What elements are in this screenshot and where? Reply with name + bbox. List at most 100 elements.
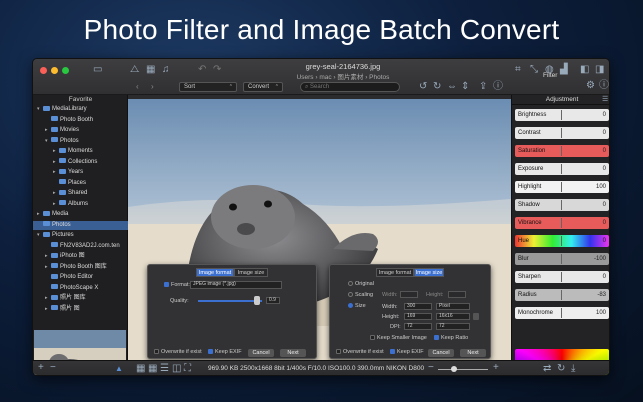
adjustment-slider[interactable]: Vibrance 0 <box>515 217 609 229</box>
sidebar-item[interactable]: ▸ Moments <box>33 147 128 156</box>
adjustment-slider[interactable]: Radius -83 <box>515 289 609 301</box>
keep-ratio-checkbox[interactable]: Keep Ratio <box>434 335 468 341</box>
slider-knob[interactable] <box>561 254 562 264</box>
slider-knob[interactable] <box>561 236 562 246</box>
overwrite-checkbox[interactable]: Overwrite if exist <box>336 349 384 355</box>
info-icon[interactable]: ⓘ <box>599 81 609 91</box>
sidebar-right-icon[interactable]: ◨ <box>595 65 604 75</box>
slider-knob[interactable] <box>561 218 562 228</box>
unit-select[interactable]: Pixel <box>436 303 470 310</box>
link-icon[interactable] <box>473 313 479 320</box>
sidebar-left-icon[interactable]: ◧ <box>580 65 589 75</box>
adjustment-slider[interactable]: Highlight 100 <box>515 181 609 193</box>
preset-select[interactable]: 16x16 <box>436 313 470 320</box>
music-icon[interactable]: ♫ <box>162 65 170 75</box>
sidebar-item[interactable]: ▾ Photos <box>33 137 128 146</box>
compare-icon[interactable]: ⇄ <box>543 364 551 374</box>
dpi-select[interactable]: 72 <box>436 323 470 330</box>
sidebar-item[interactable]: Photos <box>33 220 128 230</box>
info-icon[interactable]: ⓘ <box>493 82 503 92</box>
sidebar-item[interactable]: ▸ Albums <box>33 200 128 209</box>
radio[interactable] <box>348 303 353 309</box>
search-input[interactable]: ⌕ Search <box>300 82 400 92</box>
sidebar-item[interactable]: ▸ Collections <box>33 158 128 167</box>
flip-vertical-icon[interactable]: ⇕ <box>461 82 469 92</box>
remove-icon[interactable]: − <box>50 363 56 373</box>
adjustment-slider[interactable]: Saturation 0 <box>515 145 609 157</box>
rotate-left-icon[interactable]: ↺ <box>419 82 427 92</box>
sort-dropdown[interactable]: Sort ⌃ <box>179 82 237 92</box>
tab-image-size[interactable]: Image size <box>414 268 444 277</box>
scaling-radio[interactable]: Scaling <box>348 292 373 298</box>
overwrite-checkbox[interactable]: Overwrite if exist <box>154 349 202 355</box>
sidebar-item[interactable]: ▸ Photo Booth 图库 <box>33 263 128 272</box>
adjustment-slider[interactable]: Monochrome 100 <box>515 307 609 319</box>
column-icon[interactable]: ◫ <box>172 364 181 374</box>
quality-input[interactable]: 0.9 <box>266 297 280 304</box>
share-icon[interactable]: ⇪ <box>479 82 487 92</box>
sidebar-item[interactable]: ▸ 照片 图库 <box>33 294 128 303</box>
forward-icon[interactable]: › <box>151 82 154 92</box>
sidebar-item[interactable]: ▸ iPhoto 图 <box>33 252 128 261</box>
cancel-button[interactable]: Cancel <box>428 349 454 357</box>
cancel-button[interactable]: Cancel <box>248 349 274 357</box>
zoom-window-button[interactable] <box>62 67 69 74</box>
zoom-slider[interactable] <box>438 369 488 370</box>
convert-dropdown[interactable]: Convert ⌃ <box>243 82 283 92</box>
adjustment-slider[interactable]: Shadow 0 <box>515 199 609 211</box>
size-radio[interactable]: Size <box>348 303 366 309</box>
zoom-in-icon[interactable]: + <box>493 363 499 373</box>
sidebar-item[interactable]: ▾ MediaLibrary <box>33 105 128 114</box>
folder-icon[interactable]: ▭ <box>93 65 102 75</box>
grid-icon[interactable]: ▦ <box>148 364 157 374</box>
width-input[interactable]: 300 <box>404 303 432 310</box>
crop-icon[interactable]: ⌗ <box>515 65 521 75</box>
slider-knob[interactable] <box>561 128 562 138</box>
next-button[interactable]: Next <box>460 349 486 357</box>
slider-knob[interactable] <box>561 164 562 174</box>
sidebar-item[interactable]: PhotoScape X <box>33 284 128 293</box>
adjustment-slider[interactable]: Hue 0 <box>515 235 609 247</box>
sidebar-item[interactable]: ▸ Media <box>33 210 128 219</box>
checkbox[interactable] <box>390 349 395 355</box>
slider-knob[interactable] <box>561 200 562 210</box>
close-window-button[interactable] <box>40 67 47 74</box>
checkbox[interactable] <box>154 349 159 355</box>
keep-smaller-checkbox[interactable]: Keep Smaller Image <box>370 335 427 341</box>
checkbox[interactable] <box>434 335 439 341</box>
dpi-input[interactable]: 72 <box>404 323 432 330</box>
resize-icon[interactable]: ⤡ <box>530 65 538 75</box>
list-icon[interactable]: ☰ <box>160 364 169 374</box>
image-icon[interactable]: ⧍ <box>130 65 139 75</box>
sidebar-item[interactable]: Places <box>33 179 128 188</box>
keep-exif-checkbox[interactable]: Keep EXIF <box>208 349 242 355</box>
sidebar-item[interactable]: ▸ Years <box>33 168 128 177</box>
add-icon[interactable]: + <box>38 363 44 373</box>
quality-slider-handle[interactable] <box>254 296 260 305</box>
minimize-window-button[interactable] <box>51 67 58 74</box>
sidebar-item[interactable]: ▾ Pictures <box>33 231 128 240</box>
fullscreen-icon[interactable]: ⛶ <box>184 364 191 374</box>
sidebar-item[interactable]: ▸ Movies <box>33 126 128 135</box>
original-radio[interactable]: Original <box>348 281 374 287</box>
sidebar-item[interactable]: ▸ Shared <box>33 189 128 198</box>
zoom-slider-handle[interactable] <box>451 366 457 372</box>
sidebar-item[interactable]: Photo Editor <box>33 273 128 282</box>
height-input[interactable]: 169 <box>404 313 432 320</box>
checkbox[interactable] <box>370 335 375 341</box>
triangle-icon[interactable]: ▲ <box>115 364 123 374</box>
next-button[interactable]: Next <box>280 349 306 357</box>
sidebar-item[interactable]: Photo Booth <box>33 116 128 125</box>
slider-knob[interactable] <box>561 182 562 192</box>
download-icon[interactable]: ⤓ <box>571 364 575 374</box>
tab-image-format[interactable]: Image format <box>196 268 234 277</box>
slider-knob[interactable] <box>561 290 562 300</box>
checkbox[interactable] <box>164 282 169 288</box>
gear-icon[interactable]: ⚙ <box>586 81 595 91</box>
tab-image-size[interactable]: Image size <box>234 268 268 277</box>
rotate-right-icon[interactable]: ↻ <box>433 82 441 92</box>
slider-knob[interactable] <box>561 272 562 282</box>
checkbox[interactable] <box>208 349 213 355</box>
flip-horizontal-icon[interactable]: ⇔ <box>447 82 457 92</box>
film-icon[interactable]: ▦ <box>146 65 155 75</box>
